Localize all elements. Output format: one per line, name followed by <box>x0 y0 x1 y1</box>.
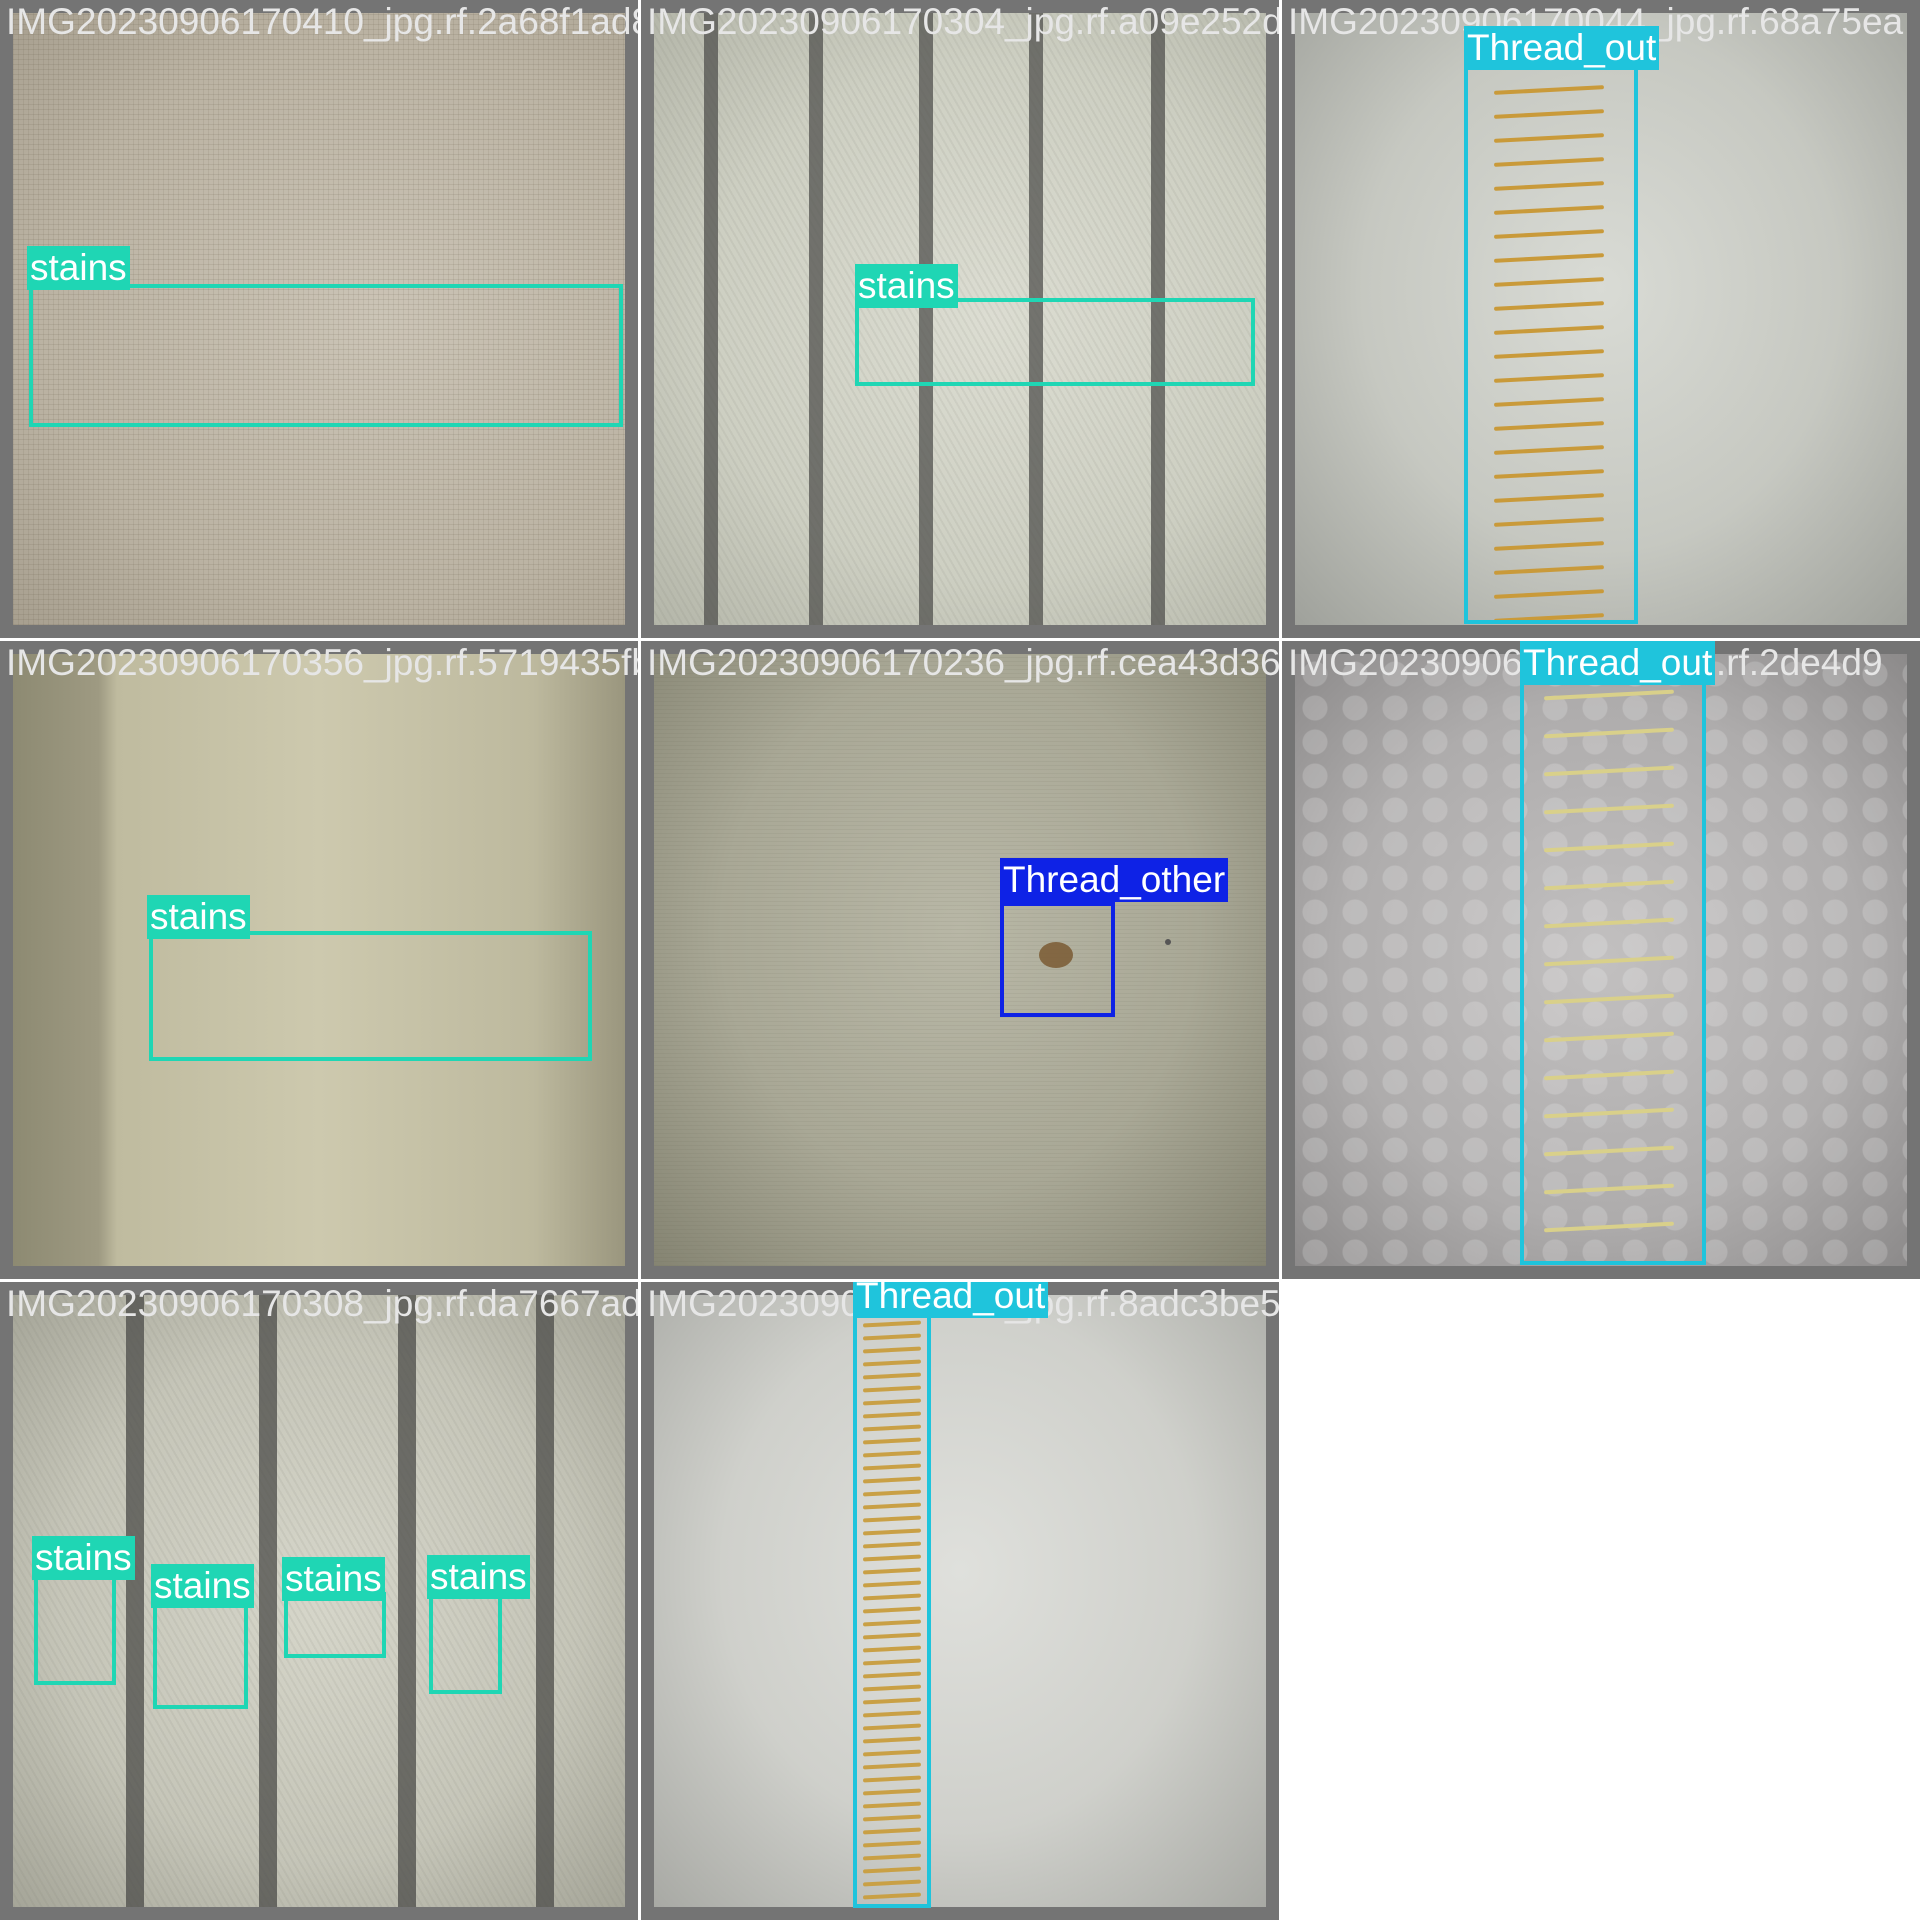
image-tile-8: IMG20230906170050_jpg.rf.8adc3be5f370f59… <box>641 1282 1279 1920</box>
stains-label: stains <box>427 1555 530 1599</box>
stains-label: stains <box>151 1564 254 1608</box>
stains-label: stains <box>32 1536 135 1580</box>
fabric-photo-5 <box>654 654 1266 1266</box>
image-tile-6: IMG20230906170030_jpg.rf.2de4d9 Thread_o… <box>1282 641 1920 1279</box>
image-filename: IMG20230906170308_jpg.rf.da7667ad331a <box>6 1283 638 1324</box>
stains-bounding-box <box>153 1600 248 1709</box>
stains-bounding-box <box>284 1592 386 1658</box>
stains-label: stains <box>147 895 250 939</box>
image-filename: IMG20230906170304_jpg.rf.a09e252d0a2e <box>647 1 1279 42</box>
thread-out-bounding-box <box>853 1310 931 1908</box>
thread-other-bounding-box <box>1000 902 1115 1017</box>
stains-bounding-box <box>149 931 592 1061</box>
image-tile-5: IMG20230906170236_jpg.rf.cea43d36d29 Thr… <box>641 641 1279 1279</box>
thread-out-label: Thread_out <box>1520 641 1716 685</box>
stains-bounding-box <box>429 1592 502 1694</box>
stains-label: stains <box>27 246 130 290</box>
stains-bounding-box <box>34 1572 116 1685</box>
thread-out-bounding-box <box>1464 66 1638 624</box>
image-tile-3: IMG20230906170044_jpg.rf.68a75ea Thread_… <box>1282 0 1920 638</box>
stains-label: stains <box>855 264 958 308</box>
thread-out-label: Thread_out <box>1464 26 1660 70</box>
image-tile-2: IMG20230906170304_jpg.rf.a09e252d0a2e st… <box>641 0 1279 638</box>
image-filename: IMG20230906170356_jpg.rf.5719435fb360 <box>6 642 638 683</box>
image-tile-4: IMG20230906170356_jpg.rf.5719435fb360 st… <box>0 641 638 1279</box>
image-filename: IMG20230906170236_jpg.rf.cea43d36d29 <box>647 642 1279 683</box>
stains-label: stains <box>282 1557 385 1601</box>
image-tile-1: IMG20230906170410_jpg.rf.2a68f1ad8562 st… <box>0 0 638 638</box>
thread-other-label: Thread_other <box>1000 858 1229 902</box>
stains-bounding-box <box>855 298 1255 386</box>
thread-out-label: Thread_out <box>853 1282 1049 1318</box>
stains-bounding-box <box>29 284 623 427</box>
image-filename: IMG20230906170410_jpg.rf.2a68f1ad8562 <box>6 1 638 42</box>
fabric-photo-8 <box>654 1295 1266 1907</box>
image-tile-7: IMG20230906170308_jpg.rf.da7667ad331a st… <box>0 1282 638 1920</box>
thread-out-bounding-box <box>1520 680 1706 1265</box>
